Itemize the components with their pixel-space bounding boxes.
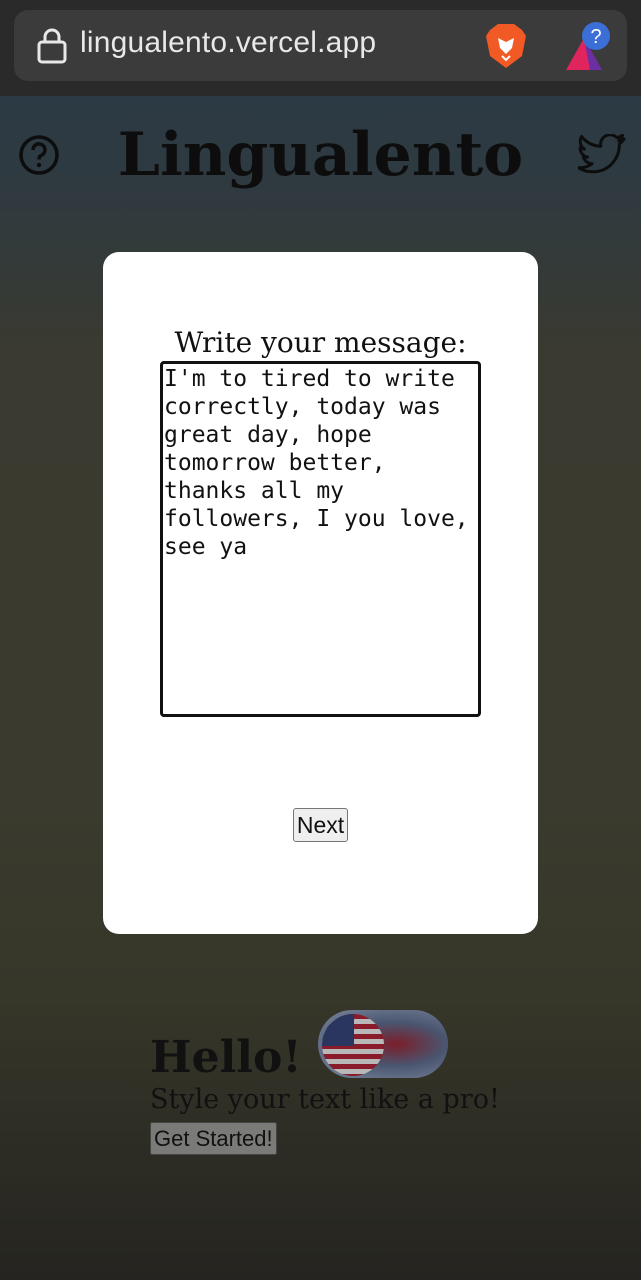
- address-bar[interactable]: lingualento.vercel.app ?: [14, 10, 627, 81]
- us-flag-icon: [322, 1014, 384, 1076]
- twitter-icon[interactable]: [578, 134, 626, 176]
- get-started-button[interactable]: Get Started!: [150, 1122, 277, 1155]
- message-textarea[interactable]: I'm to tired to write correctly, today w…: [160, 361, 481, 717]
- brave-rewards-icon[interactable]: ?: [562, 20, 614, 72]
- url-text: lingualento.vercel.app: [80, 26, 377, 59]
- site-title: Lingualento: [117, 120, 524, 190]
- message-modal: Write your message: I'm to tired to writ…: [103, 252, 538, 934]
- message-prompt: Write your message:: [174, 326, 467, 359]
- brave-lion-icon[interactable]: [484, 22, 528, 70]
- rewards-badge: ?: [590, 26, 601, 48]
- hero-heading: Hello!: [150, 1032, 302, 1083]
- hero-subtitle: Style your text like a pro!: [150, 1084, 500, 1115]
- browser-toolbar: lingualento.vercel.app ?: [0, 0, 641, 96]
- flag-canton: [322, 1014, 354, 1046]
- lock-icon: [37, 28, 67, 64]
- next-button[interactable]: Next: [293, 808, 348, 842]
